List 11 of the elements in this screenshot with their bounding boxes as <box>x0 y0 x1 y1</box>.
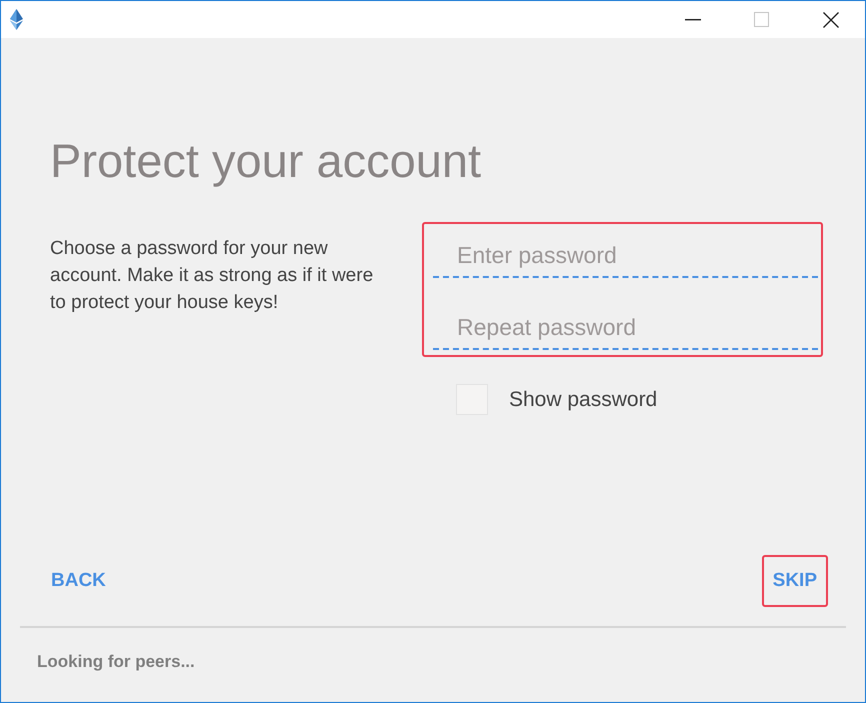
description-text: Choose a password for your new account. Make it as strong as if it were to protect your house keys! <box>50 237 374 315</box>
password-field[interactable]: Repeat password <box>433 310 818 350</box>
back-button[interactable]: BACK <box>40 555 117 607</box>
page-heading: Protect your account <box>50 133 482 189</box>
password-field[interactable]: Enter password <box>433 238 818 278</box>
minimize-icon[interactable] <box>684 18 700 20</box>
diamond-icon <box>10 9 23 30</box>
checkbox-label: Show password <box>509 388 658 412</box>
skip-button[interactable]: SKIP <box>762 555 828 607</box>
status-text: Looking for peers... <box>37 652 195 671</box>
close-icon[interactable] <box>822 12 838 28</box>
